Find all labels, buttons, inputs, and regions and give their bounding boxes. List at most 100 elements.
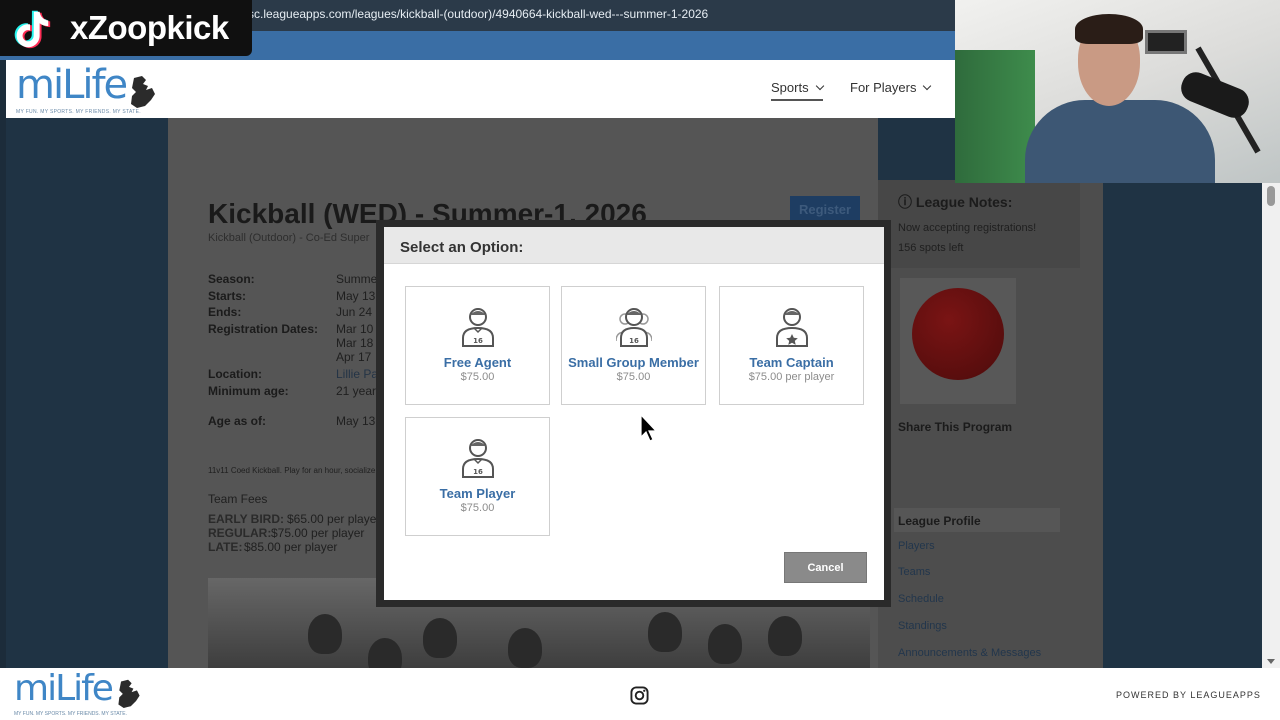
webcam-person-body xyxy=(1025,100,1215,183)
site-header: miLife MY FUN. MY SPORTS. MY FRIENDS. MY… xyxy=(6,60,955,118)
kickball-image xyxy=(900,278,1016,404)
option-label: Small Group Member xyxy=(568,355,699,370)
option-team-player[interactable]: 16 Team Player $75.00 xyxy=(405,417,550,536)
detail-value: May 13 xyxy=(336,414,376,428)
detail-label: Age as of: xyxy=(208,414,267,428)
option-price: $75.00 xyxy=(616,371,651,383)
photo-person xyxy=(508,628,542,668)
fee-amount: $85.00 per player xyxy=(244,540,338,554)
league-notes-title-text: League Notes: xyxy=(915,194,1013,210)
tiktok-overlay: xZoopkick xyxy=(0,0,252,56)
photo-person xyxy=(423,618,457,658)
footer-milife-logo[interactable]: miLife MY FUN. MY SPORTS. MY FRIENDS. MY… xyxy=(14,668,144,717)
detail-value: Apr 17 xyxy=(336,350,372,364)
footer-logo-text: miLife xyxy=(14,668,114,709)
photo-person xyxy=(648,612,682,652)
footer-logo-tagline: MY FUN. MY SPORTS. MY FRIENDS. MY STATE. xyxy=(14,711,127,717)
fee-tier: REGULAR: xyxy=(208,526,272,540)
logo-text: miLife xyxy=(16,62,128,108)
mouse-cursor-icon xyxy=(640,414,658,442)
fees-title: Team Fees xyxy=(208,492,268,506)
photo-person xyxy=(368,638,402,668)
option-price: $75.00 xyxy=(460,371,495,383)
nav-for-players[interactable]: For Players xyxy=(850,80,932,95)
cancel-button[interactable]: Cancel xyxy=(784,552,867,583)
league-profile-title: League Profile xyxy=(898,514,981,528)
fee-tier: EARLY BIRD: xyxy=(208,512,285,526)
league-description: 11v11 Coed Kickball. Play for an hour, s… xyxy=(208,466,376,475)
league-notes-title: ⓘ League Notes: xyxy=(898,194,1013,210)
detail-label: Ends: xyxy=(208,305,242,319)
fee-amount: $75.00 per player xyxy=(271,526,365,540)
powered-by-leagueapps[interactable]: POWERED BY LEAGUEAPPS xyxy=(1116,690,1261,700)
site-footer: miLife MY FUN. MY SPORTS. MY FRIENDS. MY… xyxy=(0,668,1280,720)
milife-logo[interactable]: miLife MY FUN. MY SPORTS. MY FRIENDS. MY… xyxy=(16,62,156,115)
modal-header: Select an Option: xyxy=(384,227,884,264)
svg-text:16: 16 xyxy=(473,337,483,345)
instagram-icon[interactable] xyxy=(630,686,649,705)
detail-label: Minimum age: xyxy=(208,384,289,398)
fee-amount: $65.00 per player xyxy=(287,512,381,526)
captain-avatar-icon xyxy=(776,308,808,347)
photo-person xyxy=(708,624,742,664)
tiktok-handle: xZoopkick xyxy=(70,9,229,46)
nav-for-players-label: For Players xyxy=(850,80,917,95)
sidebar-link-announcements[interactable]: Announcements & Messages xyxy=(898,647,1041,659)
nav-sports-label: Sports xyxy=(771,80,809,95)
webcam-person-hair xyxy=(1075,14,1143,44)
photo-person xyxy=(768,616,802,656)
tiktok-icon xyxy=(14,10,51,49)
league-note: 156 spots left xyxy=(898,242,964,254)
sidebar-link-teams[interactable]: Teams xyxy=(898,566,930,578)
nav-sports[interactable]: Sports xyxy=(771,80,824,101)
option-team-captain[interactable]: Team Captain $75.00 per player xyxy=(719,286,864,405)
logo-tagline: MY FUN. MY SPORTS. MY FRIENDS. MY STATE. xyxy=(16,109,141,115)
kickball-ball xyxy=(912,288,1004,380)
modal-title: Select an Option: xyxy=(400,239,524,256)
group-avatar-icon: 16 xyxy=(616,308,652,347)
detail-value: Mar 10 xyxy=(336,322,374,336)
chevron-down-icon xyxy=(815,81,824,91)
detail-label: Registration Dates: xyxy=(208,322,319,336)
location-link[interactable]: Lillie Pa xyxy=(336,367,378,381)
page-scrollbar[interactable] xyxy=(1262,183,1280,668)
detail-value: Jun 24 xyxy=(336,305,373,319)
detail-label: Starts: xyxy=(208,289,247,303)
league-note: Now accepting registrations! xyxy=(898,222,1037,234)
option-small-group-member[interactable]: 16 Small Group Member $75.00 xyxy=(561,286,706,405)
webcam-wall-frame xyxy=(1145,30,1187,54)
photo-person xyxy=(308,614,342,654)
svg-text:16: 16 xyxy=(629,337,639,345)
webcam-background-plant xyxy=(955,50,1035,183)
option-label: Team Captain xyxy=(749,355,834,370)
michigan-map-icon xyxy=(131,76,155,108)
sidebar-link-standings[interactable]: Standings xyxy=(898,620,947,632)
webcam-overlay xyxy=(955,0,1280,183)
league-sidebar: ⓘ League Notes: Now accepting registrati… xyxy=(878,180,1103,668)
detail-label: Season: xyxy=(208,272,255,286)
chevron-down-icon xyxy=(923,81,932,91)
league-notes: ⓘ League Notes: Now accepting registrati… xyxy=(878,180,1080,268)
sidebar-link-players[interactable]: Players xyxy=(898,540,935,552)
detail-label: Location: xyxy=(208,367,262,381)
scroll-down-icon[interactable] xyxy=(1267,659,1275,664)
team-player-avatar-icon: 16 xyxy=(462,439,494,478)
detail-value: Mar 18 xyxy=(336,336,374,350)
michigan-map-icon xyxy=(118,679,140,708)
option-free-agent[interactable]: 16 Free Agent $75.00 xyxy=(405,286,550,405)
fee-tier: LATE: xyxy=(208,540,243,554)
url-text[interactable]: sc.leagueapps.com/leagues/kickball-(outd… xyxy=(248,0,708,28)
detail-value: May 13 xyxy=(336,289,376,303)
sidebar-link-schedule[interactable]: Schedule xyxy=(898,593,944,605)
scrollbar-thumb[interactable] xyxy=(1267,186,1275,206)
league-profile-header: League Profile xyxy=(894,508,1060,532)
option-price: $75.00 per player xyxy=(748,371,835,383)
option-label: Team Player xyxy=(439,486,516,501)
select-option-modal: Select an Option: 16 Free Agent $75.00 1… xyxy=(384,227,884,600)
screen: sc.leagueapps.com/leagues/kickball-(outd… xyxy=(0,0,1280,720)
detail-value: Summer xyxy=(336,272,382,286)
share-program-label[interactable]: Share This Program xyxy=(898,420,1012,434)
league-subtitle: Kickball (Outdoor) - Co-Ed Super xyxy=(208,232,370,244)
svg-text:16: 16 xyxy=(473,468,483,476)
option-label: Free Agent xyxy=(443,355,512,370)
